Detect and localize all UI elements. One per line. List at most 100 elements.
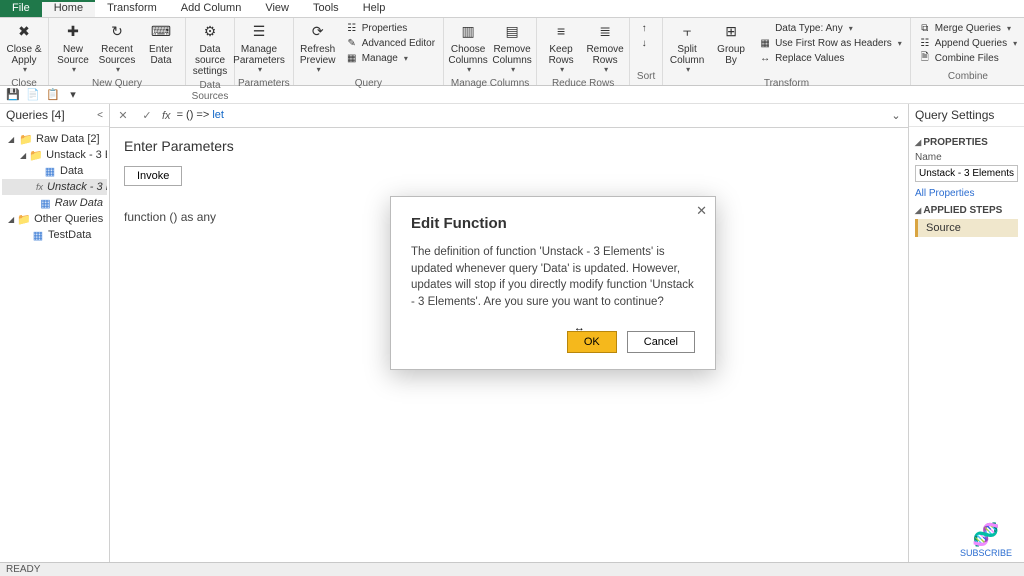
split-icon: ⫟: [677, 22, 697, 42]
recent-icon: ↻: [107, 22, 127, 42]
table-icon: ▦: [32, 229, 44, 241]
properties-section-header: PROPERTIES: [915, 137, 1018, 148]
refresh-preview-button[interactable]: ⟳Refresh Preview▾: [297, 20, 339, 77]
commit-formula-icon[interactable]: ✓: [138, 107, 156, 125]
folder-other-queries[interactable]: ◢📁Other Queries [1]: [2, 211, 107, 227]
choose-columns-icon: ▥: [458, 22, 478, 42]
remove-columns-button-label: Remove Columns: [492, 44, 532, 66]
new-source-button[interactable]: ✚New Source▾: [52, 20, 94, 77]
invoke-button[interactable]: Invoke: [124, 166, 182, 186]
cancel-button[interactable]: Cancel: [627, 331, 695, 353]
editor-icon: ✎: [346, 37, 358, 49]
tree-item-label: Unstack - 3 Ele…: [46, 149, 107, 161]
choose-columns-button[interactable]: ▥Choose Columns▾: [447, 20, 489, 77]
combine-files-icon: 🗎: [919, 52, 931, 64]
advanced-editor-button[interactable]: ✎Advanced Editor: [343, 36, 438, 50]
tab-home[interactable]: Home: [42, 0, 95, 17]
chevron-down-icon: ▾: [849, 24, 853, 33]
chevron-down-icon: ▾: [511, 66, 515, 75]
replace-icon: ↔: [759, 52, 771, 64]
all-properties-link[interactable]: All Properties: [915, 188, 1018, 199]
data-type-picker[interactable]: Data Type: Any ▾: [756, 21, 905, 35]
tab-tools[interactable]: Tools: [301, 0, 351, 17]
query-name-input[interactable]: [915, 165, 1018, 182]
step-source[interactable]: Source: [915, 219, 1018, 237]
paste-icon[interactable]: 📋: [46, 88, 60, 102]
cancel-formula-icon[interactable]: ✕: [114, 107, 132, 125]
tree-item-label: Raw Data [2]: [36, 133, 100, 145]
merge-queries-button-label: Merge Queries: [935, 23, 1001, 34]
split-column-button[interactable]: ⫟Split Column▾: [666, 20, 708, 77]
data-type-picker-label: Data Type: Any: [775, 23, 843, 34]
query-settings-pane: Query Settings PROPERTIES Name All Prope…: [908, 104, 1024, 562]
tree-item-label: TestData: [48, 229, 91, 241]
folder-raw-data[interactable]: ◢📁Raw Data [2]: [2, 131, 107, 147]
ribbon-group-parameters: ☰Manage Parameters▾Parameters: [235, 18, 294, 85]
remove-rows-button[interactable]: ≣Remove Rows▾: [584, 20, 626, 77]
split-column-button-label: Split Column: [667, 44, 707, 66]
queries-header: Queries [4] <: [0, 104, 109, 127]
status-bar: READY: [0, 562, 1024, 576]
combine-files-button[interactable]: 🗎Combine Files: [916, 51, 1020, 65]
merge-queries-button[interactable]: ⧉Merge Queries▾: [916, 21, 1020, 35]
group-by-button[interactable]: ⊞Group By: [710, 20, 752, 68]
keep-rows-button[interactable]: ≡Keep Rows▾: [540, 20, 582, 77]
ok-button[interactable]: ↔ OK: [567, 331, 617, 353]
save-icon[interactable]: 💾: [6, 88, 20, 102]
chevron-down-icon: ▾: [404, 54, 408, 63]
expand-formula-icon[interactable]: ⌄: [888, 109, 904, 122]
manage-parameters-button[interactable]: ☰Manage Parameters▾: [238, 20, 280, 77]
merge-icon: ⧉: [919, 22, 931, 34]
query-testdata[interactable]: ▦ TestData: [2, 227, 107, 243]
data-source-settings-button[interactable]: ⚙Data source settings: [189, 20, 231, 79]
query-data[interactable]: ▦Data: [2, 163, 107, 179]
recent-sources-button[interactable]: ↻Recent Sources▾: [96, 20, 138, 77]
keep-rows-button-label: Keep Rows: [541, 44, 581, 66]
replace-values-button[interactable]: ↔Replace Values: [756, 51, 905, 65]
qat-dropdown-icon[interactable]: ▾: [66, 88, 80, 102]
manage-button[interactable]: ▦Manage▾: [343, 51, 438, 65]
properties-button[interactable]: ☷Properties: [343, 21, 438, 35]
tab-view[interactable]: View: [253, 0, 301, 17]
sort-asc-button[interactable]: ↑: [635, 21, 657, 35]
ribbon-group-new-query: ✚New Source▾↻Recent Sources▾⌨Enter DataN…: [49, 18, 186, 85]
recent-sources-button-label: Recent Sources: [97, 44, 137, 66]
plus-icon: ✚: [63, 22, 83, 42]
query-raw-data[interactable]: ▦Raw Data: [2, 195, 107, 211]
ribbon-group-label: Query: [297, 77, 440, 90]
first-row-headers-button[interactable]: ▦Use First Row as Headers▾: [756, 36, 905, 50]
close-icon[interactable]: ✕: [696, 203, 707, 219]
dialog-title: Edit Function: [411, 215, 695, 232]
ribbon: ✖Close & Apply▾Close✚New Source▾↻Recent …: [0, 18, 1024, 86]
remove-rows-button-label: Remove Rows: [585, 44, 625, 66]
formula-input[interactable]: = () => let: [177, 109, 882, 122]
chevron-down-icon: ▾: [560, 66, 564, 75]
sort-asc-icon: ↑: [638, 22, 650, 34]
tab-transform[interactable]: Transform: [95, 0, 169, 17]
tab-add-column[interactable]: Add Column: [169, 0, 254, 17]
tree-item-label: Other Queries [1]: [34, 213, 107, 225]
tab-help[interactable]: Help: [351, 0, 398, 17]
tab-file[interactable]: File: [0, 0, 42, 17]
cursor-icon: ↔: [574, 322, 585, 334]
properties-button-label: Properties: [362, 23, 408, 34]
folder-unstack[interactable]: ◢📁Unstack - 3 Ele…: [2, 147, 107, 163]
query-settings-header: Query Settings: [909, 104, 1024, 127]
ribbon-group-data-sources: ⚙Data source settingsData Sources: [186, 18, 235, 85]
remove-columns-button[interactable]: ▤Remove Columns▾: [491, 20, 533, 77]
queries-tree: ◢📁Raw Data [2]◢📁Unstack - 3 Ele…▦DatafxU…: [0, 127, 109, 247]
table-icon: ▦: [40, 197, 50, 209]
copy-icon[interactable]: 📄: [26, 88, 40, 102]
collapse-queries-icon[interactable]: <: [97, 110, 103, 121]
remove-columns-icon: ▤: [502, 22, 522, 42]
sort-desc-button[interactable]: ↓: [635, 36, 657, 50]
append-queries-button[interactable]: ☷Append Queries▾: [916, 36, 1020, 50]
status-text: READY: [6, 564, 40, 575]
tree-item-label: Data: [60, 165, 83, 177]
enter-data-button[interactable]: ⌨Enter Data: [140, 20, 182, 68]
chevron-down-icon: ▾: [258, 66, 262, 75]
close-apply-button[interactable]: ✖Close & Apply▾: [3, 20, 45, 77]
append-queries-button-label: Append Queries: [935, 38, 1007, 49]
query-unstack-function[interactable]: fxUnstack - 3 E…: [2, 179, 107, 195]
chevron-down-icon: ▾: [72, 66, 76, 75]
